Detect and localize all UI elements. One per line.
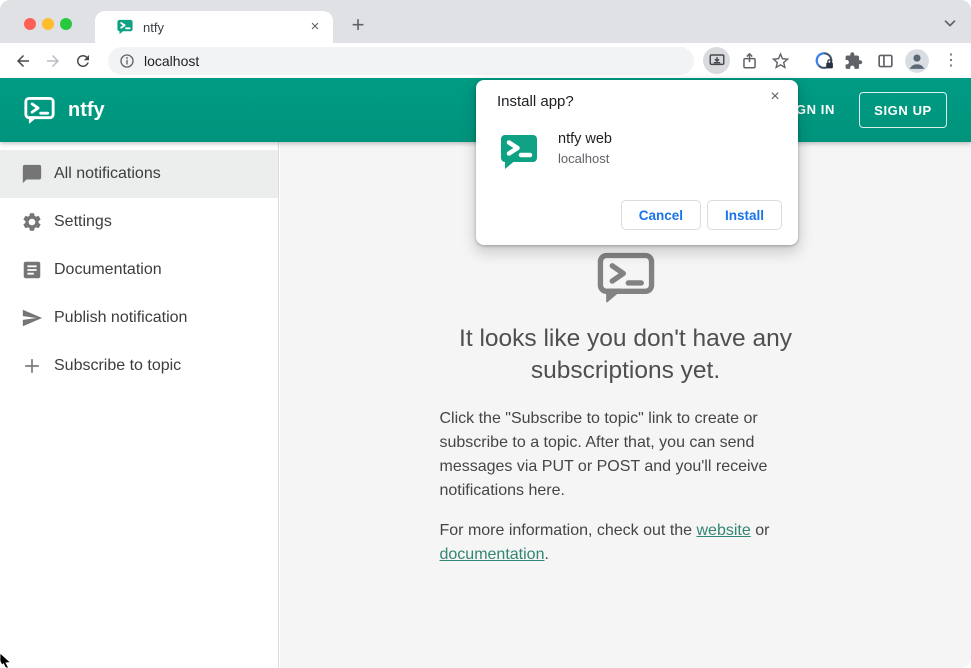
share-icon[interactable] <box>740 51 759 70</box>
browser-toolbar: localhost ⋮ <box>0 43 971 78</box>
more-info-text: For more information, check out the <box>439 522 697 539</box>
dialog-app-name: ntfy web <box>558 131 612 147</box>
back-icon[interactable] <box>14 52 32 70</box>
website-link[interactable]: website <box>697 522 751 539</box>
sidebar-item-label: Subscribe to topic <box>54 357 182 374</box>
ntfy-favicon-icon <box>117 19 133 35</box>
sidebar-item-all-notifications[interactable]: All notifications <box>0 150 278 198</box>
address-bar[interactable]: localhost <box>108 47 694 75</box>
install-app-icon[interactable] <box>703 47 730 74</box>
sidebar-item-label: All notifications <box>54 165 161 182</box>
more-info-text: . <box>544 546 549 563</box>
plus-icon <box>25 359 39 373</box>
empty-state-text: Click the "Subscribe to topic" link to c… <box>440 407 812 567</box>
reload-icon[interactable] <box>74 52 92 70</box>
install-desktop-glyph <box>709 53 724 65</box>
sidebar-item-subscribe-to-topic[interactable]: Subscribe to topic <box>0 342 278 390</box>
more-info-text: or <box>750 522 770 539</box>
sidebar-nav: All notifications Settings Documentation… <box>0 142 279 668</box>
browser-tab[interactable]: ntfy × <box>95 11 333 43</box>
profile-avatar[interactable] <box>904 48 930 74</box>
empty-state-more-info: For more information, check out the webs… <box>440 519 812 567</box>
mouse-cursor-icon <box>0 653 12 668</box>
tab-strip: ntfy × + <box>0 0 971 43</box>
sidebar-item-label: Publish notification <box>54 309 188 326</box>
empty-state-paragraph: Click the "Subscribe to topic" link to c… <box>439 410 768 499</box>
password-manager-extension-icon[interactable] <box>814 50 835 71</box>
extensions-puzzle-icon[interactable] <box>844 51 863 70</box>
dialog-close-icon[interactable]: × <box>765 87 785 107</box>
documentation-link[interactable]: documentation <box>440 546 545 563</box>
ntfy-logo-icon <box>24 96 55 124</box>
tab-title: ntfy <box>143 19 164 35</box>
tab-close-icon[interactable]: × <box>305 17 325 37</box>
site-info-icon[interactable] <box>119 53 135 69</box>
dialog-app-origin: localhost <box>558 151 610 166</box>
install-app-dialog: Install app? × ntfy web localhost Cancel… <box>476 80 798 245</box>
sidebar-item-publish-notification[interactable]: Publish notification <box>0 294 278 342</box>
gear-icon <box>23 213 41 231</box>
new-tab-button[interactable]: + <box>344 11 372 39</box>
sidebar-item-label: Settings <box>54 213 112 230</box>
browser-window: ntfy × + localhost ⋮ ntfy SIGN IN SIGN U… <box>0 0 971 668</box>
dialog-actions: Cancel Install <box>620 200 782 230</box>
dialog-title: Install app? <box>497 93 574 110</box>
sidebar-item-label: Documentation <box>54 261 162 278</box>
ntfy-app-icon <box>501 135 537 169</box>
document-icon <box>23 261 41 279</box>
install-button[interactable]: Install <box>706 200 782 230</box>
empty-state: It looks like you don't have any subscri… <box>411 252 841 583</box>
side-panel-icon[interactable] <box>876 51 895 70</box>
chat-icon <box>22 164 42 184</box>
brand-name: ntfy <box>68 98 105 121</box>
sidebar-item-settings[interactable]: Settings <box>0 198 278 246</box>
url-text: localhost <box>144 53 200 69</box>
minimize-window-button[interactable] <box>42 18 54 30</box>
browser-menu-icon[interactable]: ⋮ <box>943 52 959 68</box>
empty-state-heading: It looks like you don't have any subscri… <box>459 325 792 384</box>
zoom-window-button[interactable] <box>60 18 72 30</box>
chevron-down-icon[interactable] <box>941 14 959 32</box>
close-window-button[interactable] <box>24 18 36 30</box>
sign-up-button[interactable]: SIGN UP <box>859 92 947 128</box>
send-icon <box>22 309 43 327</box>
forward-icon[interactable] <box>44 52 62 70</box>
cancel-button[interactable]: Cancel <box>620 200 701 230</box>
sidebar-item-documentation[interactable]: Documentation <box>0 246 278 294</box>
bookmark-star-icon[interactable] <box>770 50 791 71</box>
ntfy-logo-large-icon <box>597 252 654 303</box>
